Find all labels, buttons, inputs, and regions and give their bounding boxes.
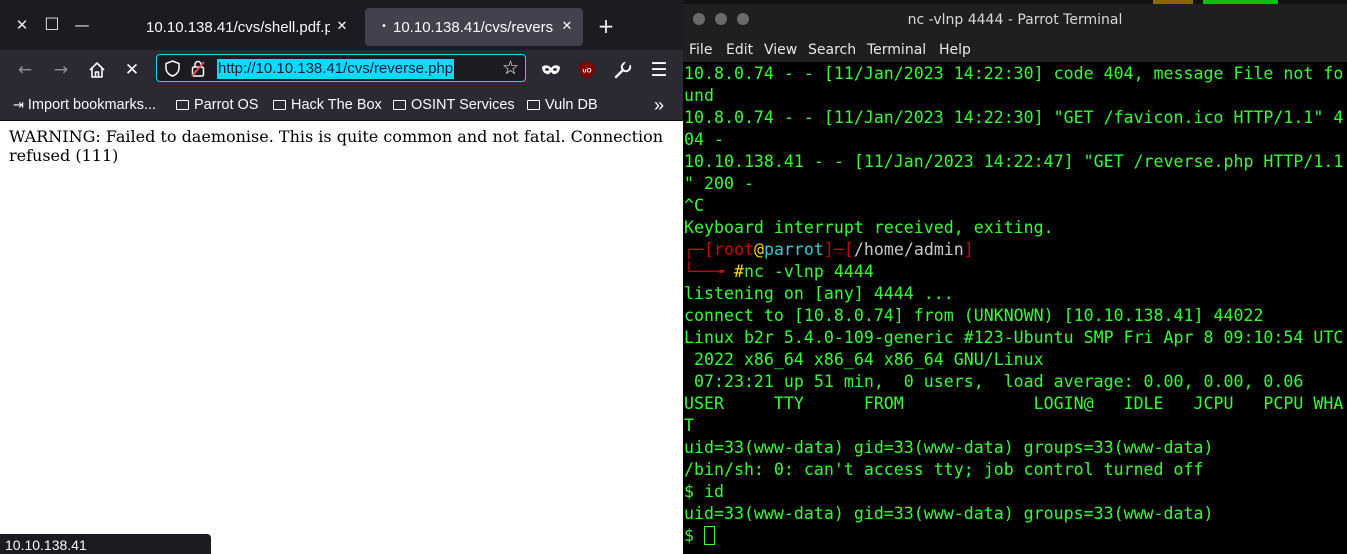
ublock-origin-icon[interactable]: uO xyxy=(575,58,599,82)
more-bookmarks-chevron-icon[interactable]: » xyxy=(654,95,664,115)
bookmark-hack-the-box[interactable]: Hack The Box xyxy=(273,95,382,115)
terminal-line: uid=33(www-data) gid=33(www-data) groups… xyxy=(684,438,1214,457)
navigation-toolbar: ← → ✕ http://10.10.138.41/cvs/reverse.ph… xyxy=(0,50,683,90)
prompt-header: ┌─[root@parrot]─[/home/admin] xyxy=(684,239,1346,261)
prompt-at: @ xyxy=(753,240,764,259)
terminal-line: 2022 x86_64 x86_64 x86_64 GNU/Linux xyxy=(684,350,1044,369)
terminal-line: connect to [10.8.0.74] from (UNKNOWN) [1… xyxy=(684,306,1264,325)
bookmark-osint-services[interactable]: OSINT Services xyxy=(393,95,515,115)
private-mask-icon[interactable] xyxy=(539,58,563,82)
terminal-line: T xyxy=(684,416,694,435)
prompt-host: parrot xyxy=(763,240,824,259)
folder-icon xyxy=(176,100,189,110)
terminal-line: " 200 - xyxy=(684,174,754,193)
prompt-user: root xyxy=(713,240,754,259)
home-icon[interactable] xyxy=(85,58,109,82)
tab-shell-pdf-php[interactable]: 10.10.138.41/cvs/shell.pdf.php ✕ xyxy=(136,8,358,46)
bookmark-label: Import bookmarks... xyxy=(27,97,157,113)
terminal-line: 04 - xyxy=(684,130,724,149)
minimize-window-icon[interactable]: — xyxy=(72,15,92,35)
bookmark-label: Parrot OS xyxy=(194,97,259,113)
wrench-icon[interactable] xyxy=(611,58,635,82)
menu-help[interactable]: Help xyxy=(939,39,971,61)
terminal-input-line[interactable]: $ xyxy=(684,525,1346,547)
close-tab-icon[interactable]: ✕ xyxy=(334,18,350,36)
terminal-line: 07:23:21 up 51 min, 0 users, load averag… xyxy=(684,372,1304,391)
menu-view[interactable]: View xyxy=(764,39,797,61)
terminal-line: Keyboard interrupt received, exiting. xyxy=(684,218,1054,237)
bookmark-import[interactable]: ⇥ Import bookmarks... xyxy=(13,95,156,115)
svg-text:uO: uO xyxy=(582,68,591,75)
close-tab-icon[interactable]: ✕ xyxy=(559,18,575,36)
prompt-hash: # xyxy=(733,262,744,281)
status-bar: 10.10.138.41 xyxy=(0,534,211,554)
prompt-arrow: └──╼ xyxy=(684,262,734,281)
terminal-titlebar: nc -vlnp 4444 - Parrot Terminal xyxy=(683,4,1347,38)
menu-search[interactable]: Search xyxy=(808,39,856,61)
prompt-path: /home/admin xyxy=(853,240,964,259)
forward-arrow-icon[interactable]: → xyxy=(49,58,73,82)
prompt-sep: ]─[ xyxy=(823,240,854,259)
bookmark-star-icon[interactable]: ☆ xyxy=(502,57,519,79)
text-cursor xyxy=(703,526,715,545)
shield-icon[interactable] xyxy=(165,60,180,81)
terminal-line: und xyxy=(684,86,714,105)
hamburger-menu-icon[interactable]: ☰ xyxy=(647,58,671,82)
tab-reverse-php[interactable]: • 10.10.138.41/cvs/reverse.php ✕ xyxy=(365,8,583,46)
browser-window: ✕ ☐ — 10.10.138.41/cvs/shell.pdf.php ✕ •… xyxy=(0,0,683,554)
bookmark-label: Vuln DB xyxy=(545,97,598,113)
tab-bar: ✕ ☐ — 10.10.138.41/cvs/shell.pdf.php ✕ •… xyxy=(0,0,683,50)
prompt-command: nc -vlnp 4444 xyxy=(743,262,874,281)
prompt-corner: ┌─[ xyxy=(684,240,714,259)
shell-prompt: $ xyxy=(684,526,704,545)
terminal-menubar: File Edit View Search Terminal Help xyxy=(683,38,1347,62)
terminal-line: 10.8.0.74 - - [11/Jan/2023 14:22:30] cod… xyxy=(684,64,1344,83)
url-text[interactable]: http://10.10.138.41/cvs/reverse.php xyxy=(217,59,455,79)
bookmark-label: Hack The Box xyxy=(291,97,382,113)
close-window-icon[interactable]: ✕ xyxy=(12,15,32,35)
insecure-lock-icon[interactable] xyxy=(191,60,205,81)
prompt-close: ] xyxy=(963,240,974,259)
terminal-line: uid=33(www-data) gid=33(www-data) groups… xyxy=(684,504,1214,523)
menu-terminal[interactable]: Terminal xyxy=(867,39,926,61)
terminal-line: /bin/sh: 0: can't access tty; job contro… xyxy=(684,460,1204,479)
stop-loading-icon[interactable]: ✕ xyxy=(120,58,144,82)
tab-title: 10.10.138.41/cvs/shell.pdf.php xyxy=(146,19,330,36)
terminal-line: 10.8.0.74 - - [11/Jan/2023 14:22:30] "GE… xyxy=(684,108,1344,127)
terminal-title: nc -vlnp 4444 - Parrot Terminal xyxy=(907,12,1123,28)
import-icon: ⇥ xyxy=(13,97,24,112)
tab-title: 10.10.138.41/cvs/reverse.php xyxy=(393,19,553,36)
url-bar[interactable]: http://10.10.138.41/cvs/reverse.php ☆ xyxy=(156,54,526,82)
menu-file[interactable]: File xyxy=(689,39,712,61)
prompt-command-line: └──╼ #nc -vlnp 4444 xyxy=(684,261,1346,283)
terminal-line: USER TTY FROM LOGIN@ IDLE JCPU PCPU WHA xyxy=(684,394,1344,413)
bookmark-parrot-os[interactable]: Parrot OS xyxy=(176,95,258,115)
bookmark-label: OSINT Services xyxy=(411,97,515,113)
folder-icon xyxy=(273,100,286,110)
terminal-line: 10.10.138.41 - - [11/Jan/2023 14:22:47] … xyxy=(684,152,1344,171)
terminal-line: Linux b2r 5.4.0-109-generic #123-Ubuntu … xyxy=(684,328,1344,347)
page-content: WARNING: Failed to daemonise. This is qu… xyxy=(0,121,683,554)
folder-icon xyxy=(393,100,406,110)
loading-dot-icon: • xyxy=(381,21,387,32)
bookmarks-toolbar: ⇥ Import bookmarks... Parrot OS Hack The … xyxy=(0,90,683,121)
terminal-line: listening on [any] 4444 ... xyxy=(684,284,954,303)
maximize-window-icon[interactable]: ☐ xyxy=(42,15,62,35)
terminal-line: ^C xyxy=(684,196,704,215)
terminal-line: $ id xyxy=(684,482,724,501)
menu-edit[interactable]: Edit xyxy=(726,39,753,61)
back-arrow-icon[interactable]: ← xyxy=(13,58,37,82)
new-tab-button[interactable]: + xyxy=(596,15,616,37)
warning-message: WARNING: Failed to daemonise. This is qu… xyxy=(9,127,664,165)
terminal-output[interactable]: 10.8.0.74 - - [11/Jan/2023 14:22:30] cod… xyxy=(684,63,1346,554)
terminal-window: nc -vlnp 4444 - Parrot Terminal File Edi… xyxy=(683,0,1347,554)
folder-icon xyxy=(527,100,540,110)
bookmark-vuln-db[interactable]: Vuln DB xyxy=(527,95,598,115)
